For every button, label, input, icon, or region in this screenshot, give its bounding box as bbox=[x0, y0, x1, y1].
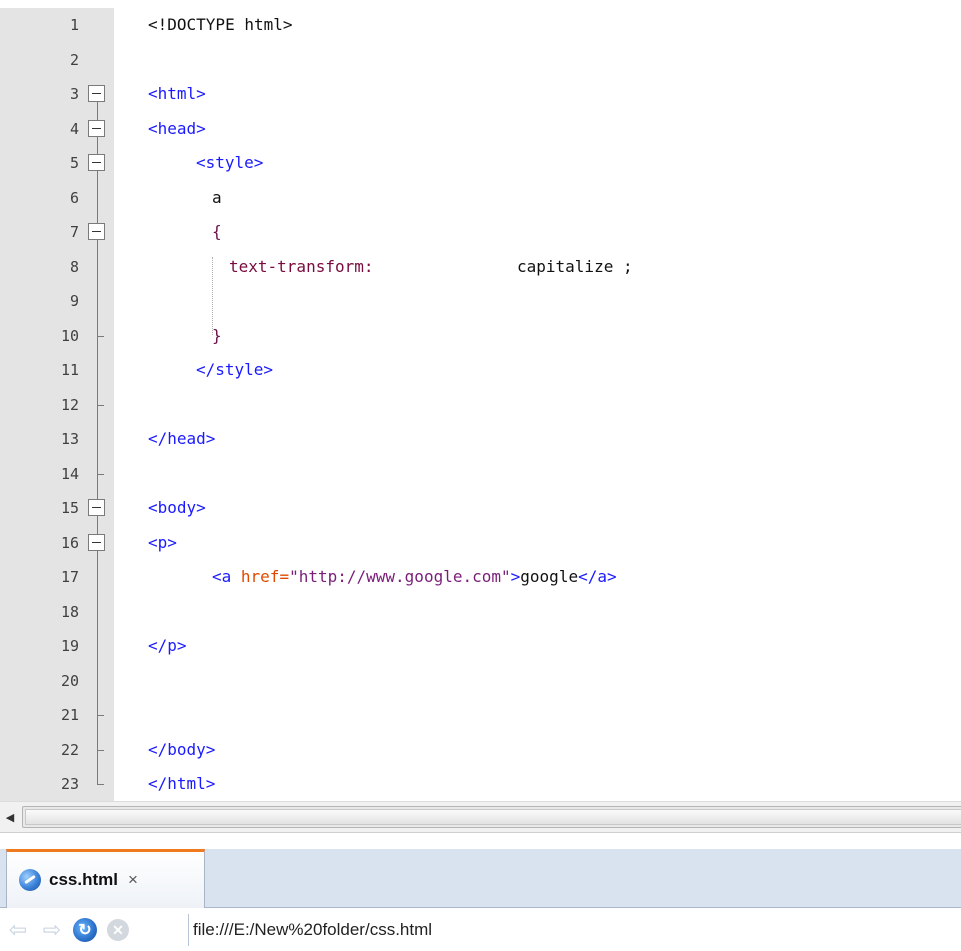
fold-toggle[interactable] bbox=[87, 77, 109, 112]
code-text: </html> bbox=[148, 774, 216, 793]
code-text: </body> bbox=[148, 739, 216, 759]
code-line: 15 <body> bbox=[0, 491, 961, 526]
line-number: 9 bbox=[69, 292, 79, 310]
code-text: <!DOCTYPE html> bbox=[148, 15, 293, 34]
fold-toggle[interactable] bbox=[87, 111, 109, 147]
tab-css-html[interactable]: css.html × bbox=[6, 849, 205, 908]
collapse-icon[interactable] bbox=[88, 119, 105, 137]
code-line: 8 text-transform: capitalize ; bbox=[0, 249, 961, 285]
back-arrow-icon[interactable]: ⇦ bbox=[6, 917, 30, 942]
line-number: 17 bbox=[60, 568, 79, 586]
tab-title: css.html bbox=[49, 870, 118, 889]
stop-icon[interactable]: ✕ bbox=[107, 919, 129, 941]
code-text: a bbox=[212, 187, 222, 207]
fold-toggle[interactable] bbox=[87, 491, 109, 526]
code-text: <head> bbox=[148, 118, 206, 138]
code-line: 23 </html> bbox=[0, 767, 961, 801]
collapse-icon[interactable] bbox=[88, 85, 105, 102]
code-line: 9 bbox=[0, 284, 961, 319]
code-text: <body> bbox=[148, 498, 206, 517]
scrollbar-track[interactable] bbox=[22, 806, 961, 828]
code-line: 7 { bbox=[0, 215, 961, 250]
code-line: 11 </style> bbox=[0, 353, 961, 388]
line-number: 4 bbox=[69, 119, 79, 138]
close-icon[interactable]: × bbox=[128, 870, 138, 890]
line-number: 2 bbox=[69, 50, 79, 69]
refresh-icon[interactable]: ↻ bbox=[73, 918, 97, 942]
collapse-icon[interactable] bbox=[88, 533, 105, 551]
address-bar: ⇦ ⇨ ↻ ✕ bbox=[0, 908, 961, 951]
line-number: 22 bbox=[60, 740, 79, 759]
line-number: 5 bbox=[69, 154, 79, 172]
code-text: } bbox=[212, 325, 222, 345]
code-text: <html> bbox=[148, 84, 206, 103]
line-number: 12 bbox=[60, 395, 79, 414]
code-line: 17 <a href="http://www.google.com">googl… bbox=[0, 560, 961, 595]
collapse-icon[interactable] bbox=[88, 154, 105, 171]
line-number: 7 bbox=[69, 223, 79, 241]
code-line: 10 } bbox=[0, 318, 961, 354]
line-number: 14 bbox=[60, 464, 79, 483]
code-line: 4 <head> bbox=[0, 111, 961, 147]
code-line: 5 <style> bbox=[0, 146, 961, 181]
code-line: 16 <p> bbox=[0, 525, 961, 561]
code-line: 19 </p> bbox=[0, 629, 961, 664]
fold-toggle[interactable] bbox=[87, 215, 109, 250]
collapse-icon[interactable] bbox=[88, 223, 105, 240]
code-line: 14 bbox=[0, 456, 961, 492]
code-line: 13 </head> bbox=[0, 422, 961, 457]
browser-globe-icon bbox=[19, 869, 41, 891]
line-number: 19 bbox=[60, 637, 79, 655]
scrollbar-thumb[interactable] bbox=[25, 809, 961, 825]
line-number: 1 bbox=[69, 16, 79, 34]
code-line: 2 bbox=[0, 43, 961, 78]
line-number: 21 bbox=[60, 706, 79, 724]
code-line: 20 bbox=[0, 663, 961, 699]
line-number: 8 bbox=[69, 257, 79, 276]
code-line: 18 bbox=[0, 594, 961, 630]
code-line: 22 </body> bbox=[0, 732, 961, 768]
url-input[interactable] bbox=[193, 915, 961, 945]
css-property: text-transform: bbox=[229, 256, 374, 276]
code-text: <a href="http://www.google.com">google</… bbox=[212, 567, 617, 586]
code-text: </p> bbox=[148, 636, 187, 655]
scroll-left-icon[interactable]: ◀ bbox=[0, 802, 20, 832]
line-number: 20 bbox=[60, 671, 79, 690]
horizontal-scrollbar[interactable]: ◀ bbox=[0, 801, 961, 833]
line-number: 11 bbox=[60, 361, 79, 379]
line-number: 15 bbox=[60, 499, 79, 517]
code-text: </head> bbox=[148, 429, 216, 448]
line-number: 18 bbox=[60, 602, 79, 621]
fold-toggle[interactable] bbox=[87, 146, 109, 181]
collapse-icon[interactable] bbox=[88, 499, 105, 516]
line-number: 6 bbox=[69, 188, 79, 207]
fold-toggle[interactable] bbox=[87, 525, 109, 561]
code-line: 1 <!DOCTYPE html> bbox=[0, 8, 961, 43]
code-line: 21 bbox=[0, 698, 961, 733]
tab-bar: css.html × bbox=[0, 833, 961, 908]
forward-arrow-icon[interactable]: ⇨ bbox=[40, 917, 64, 942]
code-line: 6 a bbox=[0, 180, 961, 216]
code-line: 3 <html> bbox=[0, 77, 961, 112]
line-number: 3 bbox=[69, 85, 79, 103]
code-text: <style> bbox=[196, 153, 264, 172]
line-number: 10 bbox=[60, 326, 79, 345]
line-number: 23 bbox=[60, 775, 79, 793]
line-number: 13 bbox=[60, 430, 79, 448]
code-text: </style> bbox=[196, 360, 274, 379]
code-editor[interactable]: 1 <!DOCTYPE html> 2 3 <html> 4 <head> 5 … bbox=[0, 0, 961, 801]
code-line: 12 bbox=[0, 387, 961, 423]
css-value: capitalize ; bbox=[517, 256, 633, 276]
code-text: <p> bbox=[148, 532, 177, 552]
line-number: 16 bbox=[60, 533, 79, 552]
code-text: { bbox=[212, 222, 222, 241]
